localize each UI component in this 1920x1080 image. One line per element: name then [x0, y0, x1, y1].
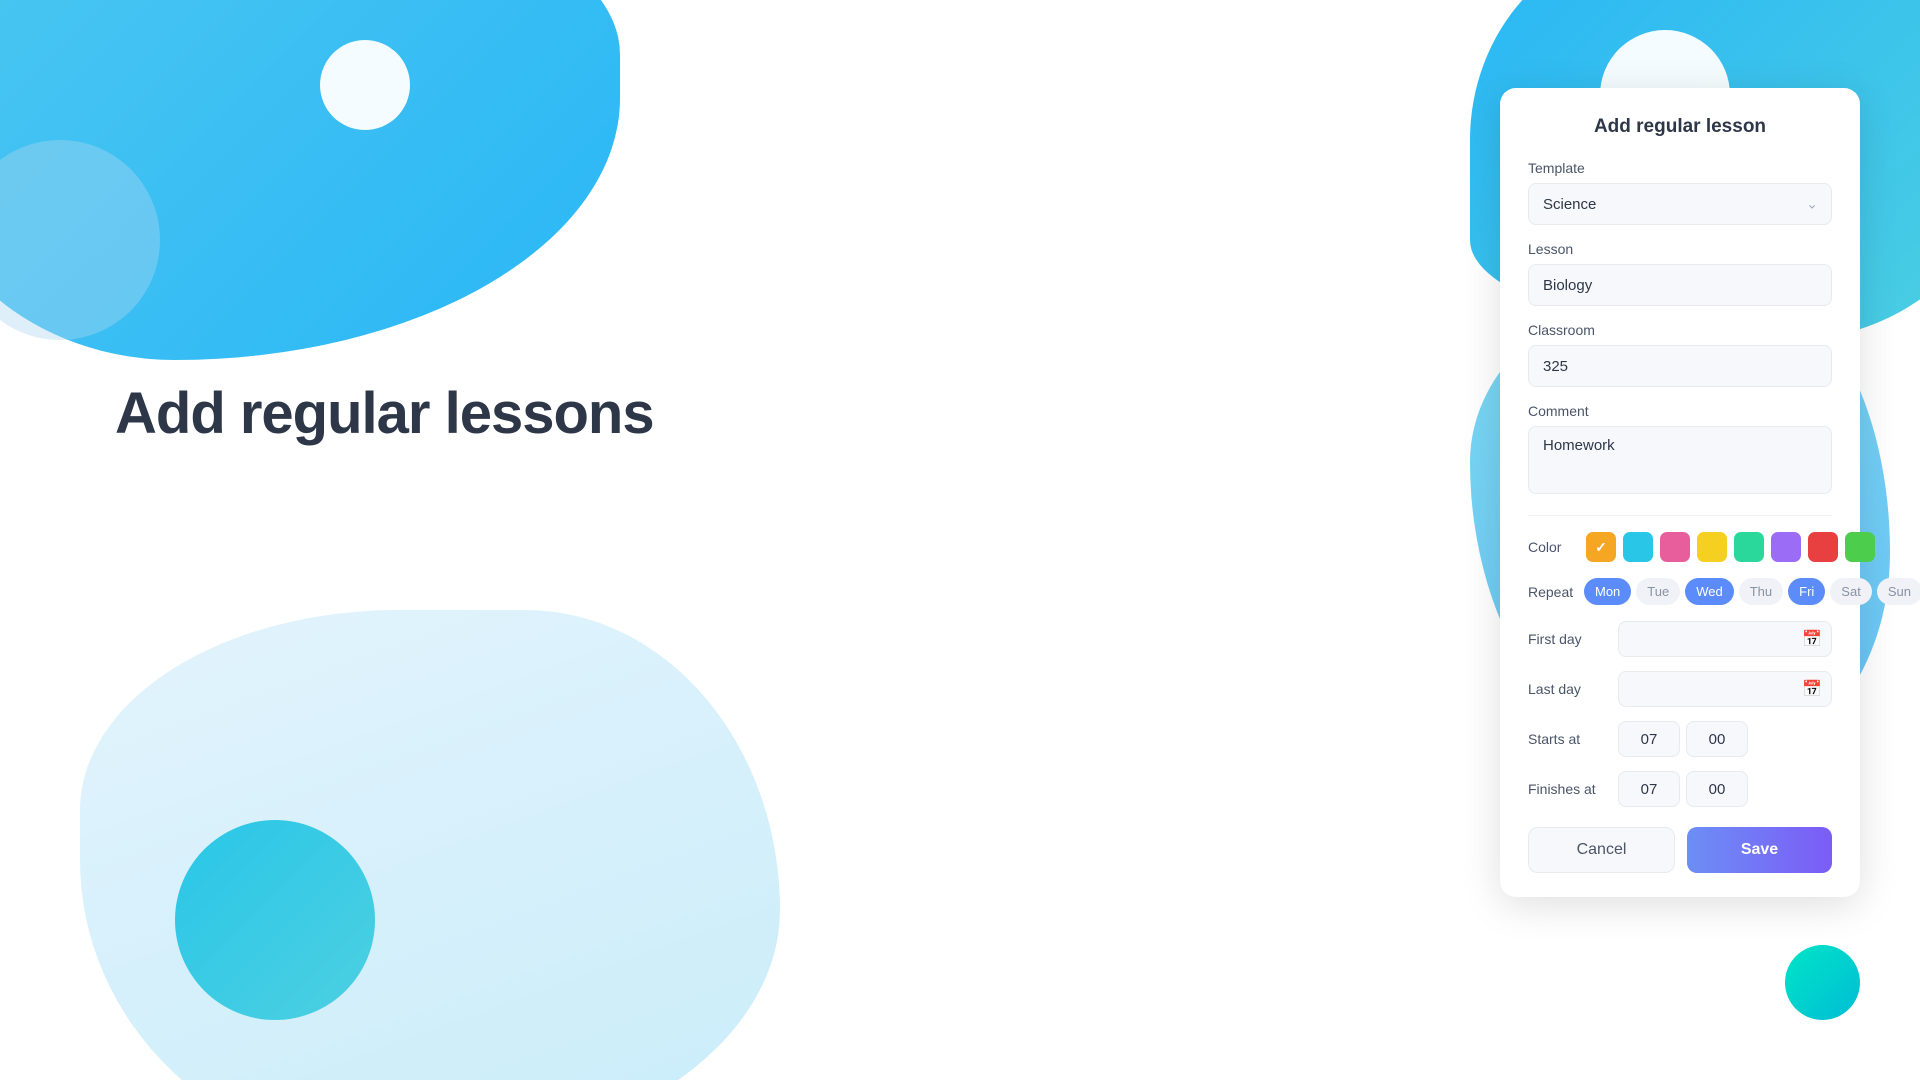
- comment-group: Comment Homework: [1528, 403, 1832, 499]
- bg-circle-cyan-bottom: [175, 820, 375, 1020]
- add-regular-lesson-modal: Add regular lesson Template Science ⌄ Le…: [1500, 88, 1860, 897]
- repeat-row: Repeat Mon Tue Wed Thu Fri Sat Sun: [1528, 578, 1832, 605]
- starts-at-min[interactable]: [1686, 721, 1748, 757]
- template-group: Template Science ⌄: [1528, 160, 1832, 225]
- finishes-at-hour[interactable]: [1618, 771, 1680, 807]
- page-headline: Add regular lessons: [115, 380, 654, 447]
- lesson-label: Lesson: [1528, 241, 1832, 257]
- modal-title: Add regular lesson: [1528, 116, 1832, 138]
- comment-textarea[interactable]: Homework: [1528, 426, 1832, 494]
- day-chip-thu[interactable]: Thu: [1739, 578, 1783, 605]
- starts-at-label: Starts at: [1528, 731, 1618, 747]
- starts-at-inputs: [1618, 721, 1748, 757]
- calendar-icon-first-day[interactable]: 📅: [1802, 629, 1822, 649]
- classroom-input[interactable]: [1528, 345, 1832, 387]
- classroom-label: Classroom: [1528, 322, 1832, 338]
- color-swatch-pink[interactable]: [1660, 532, 1690, 562]
- first-day-row: First day 📅: [1528, 621, 1832, 657]
- calendar-icon-last-day[interactable]: 📅: [1802, 679, 1822, 699]
- last-day-input[interactable]: [1618, 671, 1832, 707]
- finishes-at-label: Finishes at: [1528, 781, 1618, 797]
- classroom-group: Classroom: [1528, 322, 1832, 387]
- finishes-at-inputs: [1618, 771, 1748, 807]
- color-swatch-cyan[interactable]: [1623, 532, 1653, 562]
- comment-label: Comment: [1528, 403, 1832, 419]
- color-swatch-orange[interactable]: [1586, 532, 1616, 562]
- template-select[interactable]: Science: [1528, 183, 1832, 225]
- last-day-row: Last day 📅: [1528, 671, 1832, 707]
- finishes-at-min[interactable]: [1686, 771, 1748, 807]
- day-chip-fri[interactable]: Fri: [1788, 578, 1825, 605]
- bg-blob-bottom-left: [80, 610, 780, 1080]
- lesson-input[interactable]: [1528, 264, 1832, 306]
- day-chip-tue[interactable]: Tue: [1636, 578, 1680, 605]
- repeat-label: Repeat: [1528, 584, 1574, 600]
- day-chip-sun[interactable]: Sun: [1877, 578, 1920, 605]
- template-select-wrapper: Science ⌄: [1528, 183, 1832, 225]
- day-chips: Mon Tue Wed Thu Fri Sat Sun: [1584, 578, 1920, 605]
- template-label: Template: [1528, 160, 1832, 176]
- color-swatch-green[interactable]: [1845, 532, 1875, 562]
- divider: [1528, 515, 1832, 516]
- color-options: [1586, 532, 1875, 562]
- last-day-label: Last day: [1528, 681, 1618, 697]
- first-day-input[interactable]: [1618, 621, 1832, 657]
- lesson-group: Lesson: [1528, 241, 1832, 306]
- bg-circle-teal-bottom-right: [1785, 945, 1860, 1020]
- color-swatch-purple[interactable]: [1771, 532, 1801, 562]
- color-swatch-teal[interactable]: [1734, 532, 1764, 562]
- color-row: Color: [1528, 532, 1832, 562]
- cancel-button[interactable]: Cancel: [1528, 827, 1675, 873]
- day-chip-wed[interactable]: Wed: [1685, 578, 1734, 605]
- last-day-input-wrapper: 📅: [1618, 671, 1832, 707]
- color-label: Color: [1528, 539, 1574, 555]
- day-chip-mon[interactable]: Mon: [1584, 578, 1631, 605]
- first-day-input-wrapper: 📅: [1618, 621, 1832, 657]
- modal-actions: Cancel Save: [1528, 827, 1832, 873]
- bg-circle-white-top: [320, 40, 410, 130]
- color-swatch-yellow[interactable]: [1697, 532, 1727, 562]
- starts-at-hour[interactable]: [1618, 721, 1680, 757]
- finishes-at-row: Finishes at: [1528, 771, 1832, 807]
- save-button[interactable]: Save: [1687, 827, 1832, 873]
- starts-at-row: Starts at: [1528, 721, 1832, 757]
- day-chip-sat[interactable]: Sat: [1830, 578, 1872, 605]
- first-day-label: First day: [1528, 631, 1618, 647]
- color-swatch-red[interactable]: [1808, 532, 1838, 562]
